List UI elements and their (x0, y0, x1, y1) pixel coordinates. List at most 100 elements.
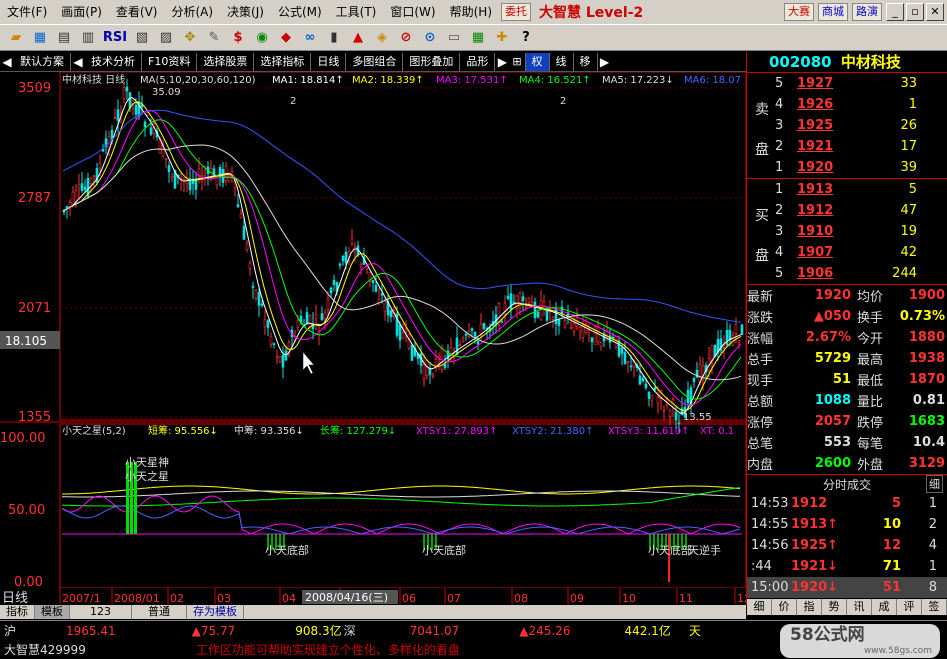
tool2-icon[interactable]: ▨ (156, 28, 176, 48)
menu-screen[interactable]: 画面(P) (54, 0, 109, 24)
menu-file[interactable]: 文件(F) (0, 0, 54, 24)
sell-label-2: 盘 (755, 142, 769, 158)
tool-icon[interactable]: ▧ (132, 28, 152, 48)
trade-tab[interactable]: 签 (922, 599, 947, 615)
trade-row[interactable]: 15:00 1920↓ 51 8 (747, 577, 947, 598)
trade-tab[interactable]: 评 (897, 599, 922, 615)
bid-row[interactable]: 1 1913 5 (769, 179, 947, 200)
trade-row[interactable]: 14:56 1925↑ 12 4 (747, 535, 947, 556)
route-button[interactable]: 路演 (852, 3, 882, 21)
tab-arrow-icon[interactable]: ◀ (71, 55, 85, 69)
grid-icon[interactable]: ▤ (54, 28, 74, 48)
trade-tab[interactable]: 价 (772, 599, 797, 615)
candle-body (248, 262, 252, 269)
ban-icon[interactable]: ⊘ (396, 28, 416, 48)
quote-value: 2.67% (805, 330, 851, 345)
tab-select-stock[interactable]: 选择股票 (197, 52, 255, 71)
bottom-tab-template[interactable]: 模板 (35, 605, 70, 619)
tab-f10[interactable]: F10资料 (142, 52, 198, 71)
quote-row: 总笔 553 每笔 10.4 (747, 432, 947, 453)
bid-row[interactable]: 3 1910 19 (769, 221, 947, 242)
dollar-icon[interactable]: $ (228, 28, 248, 48)
trade-tab[interactable]: 讯 (847, 599, 872, 615)
entrust-button[interactable]: 委托 (501, 3, 531, 21)
ask-row[interactable]: 5 1927 33 (769, 73, 947, 94)
trade-volume: 12 (882, 538, 901, 553)
tab-scroll-right-icon[interactable]: ▶ (598, 55, 612, 69)
candle-icon[interactable]: ▮ (324, 28, 344, 48)
tab-line[interactable]: 线 (550, 52, 574, 71)
tab-daily[interactable]: 日线 (311, 52, 347, 71)
bid-row[interactable]: 5 1906 244 (769, 263, 947, 284)
f10-icon[interactable]: ▲ (348, 28, 368, 48)
mall-button[interactable]: 商城 (818, 3, 848, 21)
trade-tab[interactable]: 指 (797, 599, 822, 615)
tab-right-arrow-icon[interactable]: ▶ (495, 55, 509, 69)
tab-left-arrow-icon[interactable]: ◀ (0, 55, 14, 69)
bid-row[interactable]: 2 1912 47 (769, 200, 947, 221)
watermark: 58公式网 www.58gs.com (780, 624, 940, 658)
doc-icon[interactable]: ▭ (444, 28, 464, 48)
menu-decision[interactable]: 决策(J) (220, 0, 271, 24)
trade-row[interactable]: :44 1921↓ 71 1 (747, 556, 947, 577)
ask-row[interactable]: 2 1921 17 (769, 136, 947, 157)
contest-button[interactable]: 大赛 (784, 3, 814, 21)
tab-weight[interactable]: 权 (525, 52, 550, 71)
arrow-icon[interactable]: ◈ (372, 28, 392, 48)
tab-overlay[interactable]: 图形叠加 (403, 52, 461, 71)
move-icon[interactable]: ✥ (180, 28, 200, 48)
plus-icon[interactable]: ✚ (492, 28, 512, 48)
tab-technical[interactable]: 技术分析 (85, 52, 142, 71)
rsi-icon[interactable]: RSI (102, 28, 128, 48)
tab-multi-chart[interactable]: 多图组合 (346, 52, 404, 71)
candle-body (581, 325, 585, 338)
kline-chart-area[interactable]: 3509 2787 2071 1355 18.105 100.00 50.00 … (0, 71, 751, 606)
candle-body (569, 326, 573, 329)
bottom-tab-indicator[interactable]: 指标 (0, 605, 35, 619)
tab-move[interactable]: 移 (574, 52, 598, 71)
trade-row[interactable]: 14:55 1913↑ 10 2 (747, 514, 947, 535)
chart-icon[interactable]: ▦ (30, 28, 50, 48)
ruler-icon[interactable]: ✎ (204, 28, 224, 48)
blue-icon[interactable]: ⊙ (420, 28, 440, 48)
binoculars-icon[interactable]: ∞ (300, 28, 320, 48)
menu-view[interactable]: 查看(V) (109, 0, 165, 24)
x-tick-label: 02 (170, 592, 184, 605)
menu-window[interactable]: 窗口(W) (383, 0, 442, 24)
menu-formula[interactable]: 公式(M) (271, 0, 329, 24)
help-icon[interactable]: ? (516, 28, 536, 48)
ma-legend: MA1: 18.814↑ MA2: 18.339↑ MA3: 17.531↑ MA4:… (272, 75, 741, 86)
bottom-tab-save-template[interactable]: 存为模板 (187, 605, 244, 619)
candle-body (623, 352, 627, 364)
ask-row[interactable]: 1 1920 39 (769, 157, 947, 178)
minimize-icon[interactable]: _ (886, 3, 904, 21)
trades-detail-button[interactable]: 细 (926, 475, 943, 493)
eye-icon[interactable]: ◉ (252, 28, 272, 48)
table-icon[interactable]: ▥ (78, 28, 98, 48)
trade-row[interactable]: 14:53 1912 5 1 (747, 493, 947, 514)
diamond-icon[interactable]: ◆ (276, 28, 296, 48)
tab-shape[interactable]: 品形 (460, 52, 496, 71)
tab-select-indicator[interactable]: 选择指标 (254, 52, 312, 71)
kline-chart-svg[interactable]: 3509 2787 2071 1355 18.105 100.00 50.00 … (0, 71, 751, 606)
tab-default-plan[interactable]: 默认方案 (14, 52, 71, 71)
menu-analysis[interactable]: 分析(A) (164, 0, 220, 24)
folder-icon[interactable]: ▰ (6, 28, 26, 48)
candle-body (125, 86, 129, 92)
menu-tools[interactable]: 工具(T) (329, 0, 384, 24)
trade-tab[interactable]: 势 (822, 599, 847, 615)
bottom-tab-123[interactable]: 123 (70, 605, 132, 619)
trade-tab[interactable]: 成 (872, 599, 897, 615)
grid2-icon[interactable]: ▦ (468, 28, 488, 48)
ask-row[interactable]: 4 1926 1 (769, 94, 947, 115)
ask-row[interactable]: 3 1925 26 (769, 115, 947, 136)
restore-icon[interactable]: ▫ (906, 3, 924, 21)
menu-help[interactable]: 帮助(H) (443, 0, 499, 24)
close-icon[interactable]: ✕ (926, 3, 944, 21)
tab-plus-icon[interactable]: ⊞ (509, 52, 526, 71)
bid-row[interactable]: 4 1907 42 (769, 242, 947, 263)
trade-tab[interactable]: 细 (747, 599, 772, 615)
quote-value: 0.73% (899, 309, 945, 324)
candle-body (578, 326, 582, 332)
bottom-tab-normal[interactable]: 普通 (132, 605, 187, 619)
